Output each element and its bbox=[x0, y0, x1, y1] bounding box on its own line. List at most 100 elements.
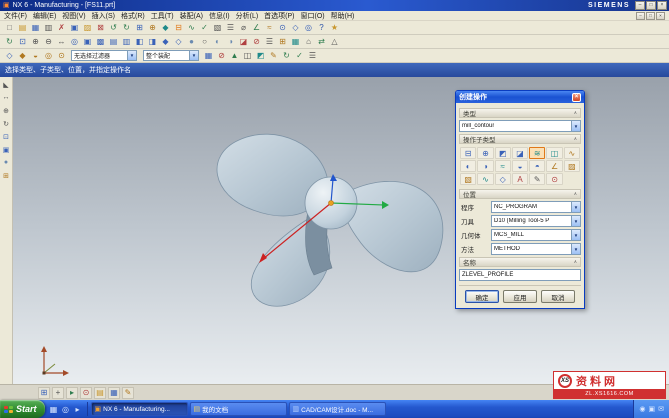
point-icon[interactable]: ⊙ bbox=[276, 22, 289, 34]
menu-item[interactable]: 首选项(P) bbox=[264, 11, 294, 21]
start-button[interactable]: Start bbox=[0, 400, 45, 418]
print-icon[interactable]: ▥ bbox=[42, 22, 55, 34]
fit-tool-icon[interactable]: ⊡ bbox=[1, 131, 12, 142]
csys-tool-icon[interactable]: ⊞ bbox=[1, 170, 12, 181]
layer-settings-icon[interactable]: ☰ bbox=[263, 36, 276, 48]
child-minimize-button[interactable]: – bbox=[636, 12, 645, 20]
menu-item[interactable]: 分析(L) bbox=[236, 11, 259, 21]
snapshot-icon[interactable]: ▦ bbox=[289, 36, 302, 48]
zoom-out-icon[interactable]: ⊖ bbox=[42, 36, 55, 48]
type-combo[interactable]: mill_contour ▼ bbox=[459, 120, 581, 132]
snap-toggle-icon[interactable]: ⊞ bbox=[38, 387, 50, 399]
hide-icon[interactable]: ◫ bbox=[241, 50, 254, 62]
new-icon[interactable]: □ bbox=[3, 22, 16, 34]
profile-3d-icon[interactable]: ◇ bbox=[495, 173, 511, 185]
menu-item[interactable]: 信息(I) bbox=[209, 11, 230, 21]
save-icon[interactable]: ▦ bbox=[29, 22, 42, 34]
edges-icon[interactable]: ◑ bbox=[224, 36, 237, 48]
info-icon[interactable]: ◎ bbox=[302, 22, 315, 34]
palette-icon[interactable]: ▦ bbox=[108, 387, 120, 399]
location-section-header[interactable]: 位置 ∧ bbox=[459, 189, 581, 199]
create-operation-icon[interactable]: ⊟ bbox=[172, 22, 185, 34]
contour-text-icon[interactable]: A bbox=[512, 173, 528, 185]
chevron-down-icon[interactable]: ▼ bbox=[571, 244, 580, 254]
mill-control-icon[interactable]: ⊙ bbox=[546, 173, 562, 185]
view-list-icon[interactable]: ▣ bbox=[1, 144, 12, 155]
snap-center-icon[interactable]: ◎ bbox=[42, 50, 55, 62]
streamline-icon[interactable]: ≈ bbox=[495, 160, 511, 172]
create-program-icon[interactable]: ⊞ bbox=[133, 22, 146, 34]
fit-view-icon[interactable]: ⊡ bbox=[16, 36, 29, 48]
pan-tool-icon[interactable]: ↔ bbox=[1, 92, 12, 103]
close-icon[interactable]: × bbox=[572, 93, 581, 102]
tray-icon-message[interactable]: ✉ bbox=[658, 405, 664, 413]
type-filter-icon[interactable]: ◇ bbox=[3, 50, 16, 62]
refresh-icon[interactable]: ↻ bbox=[3, 36, 16, 48]
pan-icon[interactable]: ↔ bbox=[55, 36, 68, 48]
open-icon[interactable]: ▤ bbox=[16, 22, 29, 34]
create-tool-icon[interactable]: ⊕ bbox=[146, 22, 159, 34]
left-view-icon[interactable]: ◧ bbox=[133, 36, 146, 48]
snap-endpoint-icon[interactable]: ◆ bbox=[16, 50, 29, 62]
flowcut-single-icon[interactable]: ∠ bbox=[546, 160, 562, 172]
location-combo[interactable]: NC_PROGRAM ▼ bbox=[491, 201, 581, 213]
operation-name-input[interactable]: ZLEVEL_PROFILE bbox=[459, 269, 581, 281]
sheet-icon[interactable]: ▤ bbox=[94, 387, 106, 399]
ok-button[interactable]: 确定 bbox=[465, 290, 499, 303]
redo-icon[interactable]: ↻ bbox=[120, 22, 133, 34]
view-triad-icon[interactable]: △ bbox=[328, 36, 341, 48]
rest-milling-icon[interactable]: ◪ bbox=[512, 147, 528, 159]
window-icon[interactable]: ⌂ bbox=[302, 36, 315, 48]
shop-doc-icon[interactable]: ☰ bbox=[224, 22, 237, 34]
name-section-header[interactable]: 名称 ∧ bbox=[459, 257, 581, 267]
generate-toolpath-icon[interactable]: ∿ bbox=[185, 22, 198, 34]
list-view-icon[interactable]: ☰ bbox=[306, 50, 319, 62]
studio-render-icon[interactable]: ◐ bbox=[211, 36, 224, 48]
top-view-icon[interactable]: ▤ bbox=[107, 36, 120, 48]
chevron-down-icon[interactable]: ▼ bbox=[127, 51, 136, 60]
plunge-milling-icon[interactable]: ⊕ bbox=[477, 147, 493, 159]
annotate-icon[interactable]: ✎ bbox=[122, 387, 134, 399]
contour-area-icon[interactable]: ◐ bbox=[460, 160, 476, 172]
fixed-contour-icon[interactable]: ∿ bbox=[564, 147, 580, 159]
sync-views-icon[interactable]: ⇄ bbox=[315, 36, 328, 48]
move-icon[interactable]: + bbox=[52, 387, 64, 399]
location-combo[interactable]: MCS_MILL ▼ bbox=[491, 229, 581, 241]
quick-launch-browser-icon[interactable]: ◎ bbox=[61, 404, 71, 414]
contour-surface-area-icon[interactable]: ◑ bbox=[477, 160, 493, 172]
close-button[interactable]: × bbox=[657, 1, 667, 10]
back-view-icon[interactable]: ▩ bbox=[94, 36, 107, 48]
isometric-view-icon[interactable]: ◆ bbox=[159, 36, 172, 48]
regenerate-icon[interactable]: ↻ bbox=[280, 50, 293, 62]
task-word-doc[interactable]: ▥ CAD/CAM设计.doc - M... bbox=[289, 402, 386, 416]
quick-launch-media-icon[interactable]: ▸ bbox=[73, 404, 83, 414]
tray-icon-volume[interactable]: ◉ bbox=[639, 405, 645, 413]
trimetric-view-icon[interactable]: ◇ bbox=[172, 36, 185, 48]
highlight-icon[interactable]: ▲ bbox=[228, 50, 241, 62]
menu-item[interactable]: 装配(A) bbox=[180, 11, 203, 21]
minimize-button[interactable]: – bbox=[635, 1, 645, 10]
subtype-section-header[interactable]: 操作子类型 ∧ bbox=[459, 134, 581, 144]
snap-midpoint-icon[interactable]: ◒ bbox=[29, 50, 42, 62]
chevron-down-icon[interactable]: ▼ bbox=[571, 230, 580, 240]
bottom-view-icon[interactable]: ▥ bbox=[120, 36, 133, 48]
wireframe-icon[interactable]: ○ bbox=[198, 36, 211, 48]
undo-icon[interactable]: ↺ bbox=[107, 22, 120, 34]
copy-icon[interactable]: ▣ bbox=[68, 22, 81, 34]
location-combo[interactable]: D10 (Milling Tool-5 P ▼ bbox=[491, 215, 581, 227]
menu-item[interactable]: 帮助(H) bbox=[331, 11, 355, 21]
cavity-mill-icon[interactable]: ⊟ bbox=[460, 147, 476, 159]
flowcut-multiple-icon[interactable]: ▨ bbox=[564, 160, 580, 172]
type-section-header[interactable]: 类型 ∧ bbox=[459, 108, 581, 118]
quick-launch-desktop-icon[interactable]: ▦ bbox=[49, 404, 59, 414]
paste-icon[interactable]: ▨ bbox=[81, 22, 94, 34]
zoom-in-icon[interactable]: ⊕ bbox=[29, 36, 42, 48]
flowcut-smooth-icon[interactable]: ∿ bbox=[477, 173, 493, 185]
menu-item[interactable]: 窗口(O) bbox=[301, 11, 325, 21]
corner-rough-icon[interactable]: ◩ bbox=[495, 147, 511, 159]
select-all-icon[interactable]: ▦ bbox=[202, 50, 215, 62]
show-icon[interactable]: ◩ bbox=[254, 50, 267, 62]
clip-icon[interactable]: ⊘ bbox=[250, 36, 263, 48]
cut-icon[interactable]: ✗ bbox=[55, 22, 68, 34]
verify-toolpath-icon[interactable]: ✓ bbox=[198, 22, 211, 34]
